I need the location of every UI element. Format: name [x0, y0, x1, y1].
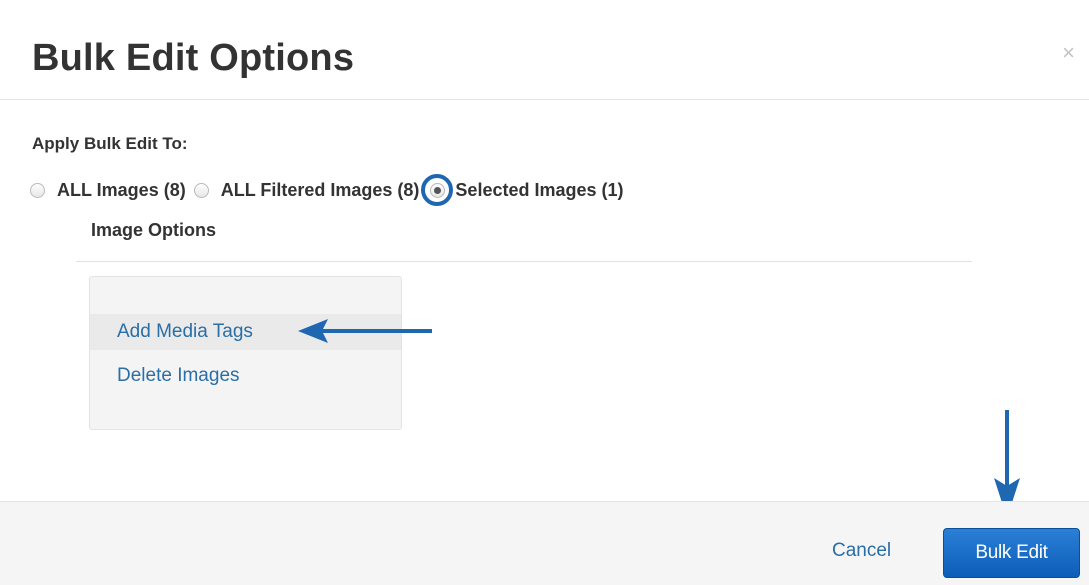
apply-bulk-edit-label: Apply Bulk Edit To: — [32, 134, 188, 153]
radio-option-all-images[interactable]: ALL Images (8) — [30, 180, 186, 201]
image-options-title: Image Options — [91, 220, 217, 240]
modal-title: Bulk Edit Options — [32, 37, 355, 79]
radio-all-images[interactable] — [30, 182, 45, 198]
radio-all-filtered-images[interactable] — [193, 182, 209, 198]
delete-images-link[interactable]: Delete Images — [90, 358, 401, 394]
radio-selected-images[interactable] — [429, 182, 445, 198]
add-media-tags-link[interactable]: Add Media Tags — [90, 314, 401, 350]
apply-to-radio-group: ALL Images (8) ALL Filtered Images (8) S… — [30, 174, 632, 206]
radio-label-all-images: ALL Images (8) — [57, 179, 186, 200]
bulk-edit-modal: Bulk Edit Options × Apply Bulk Edit To: … — [0, 0, 1089, 585]
cancel-button[interactable]: Cancel — [832, 540, 891, 562]
radio-option-all-filtered-images[interactable]: ALL Filtered Images (8) — [193, 179, 420, 201]
image-options-menu: Add Media Tags Delete Images — [89, 276, 402, 430]
radio-label-all-filtered-images: ALL Filtered Images (8) — [220, 179, 420, 200]
divider — [76, 261, 972, 262]
annotation-circle — [421, 174, 454, 206]
radio-option-selected-images[interactable]: Selected Images (1) — [421, 174, 624, 206]
close-icon[interactable]: × — [1062, 42, 1075, 64]
bulk-edit-button[interactable]: Bulk Edit — [943, 528, 1080, 578]
radio-label-selected-images: Selected Images (1) — [455, 179, 624, 200]
modal-footer: Cancel Bulk Edit — [0, 501, 1089, 585]
modal-header: Bulk Edit Options × — [0, 0, 1089, 100]
